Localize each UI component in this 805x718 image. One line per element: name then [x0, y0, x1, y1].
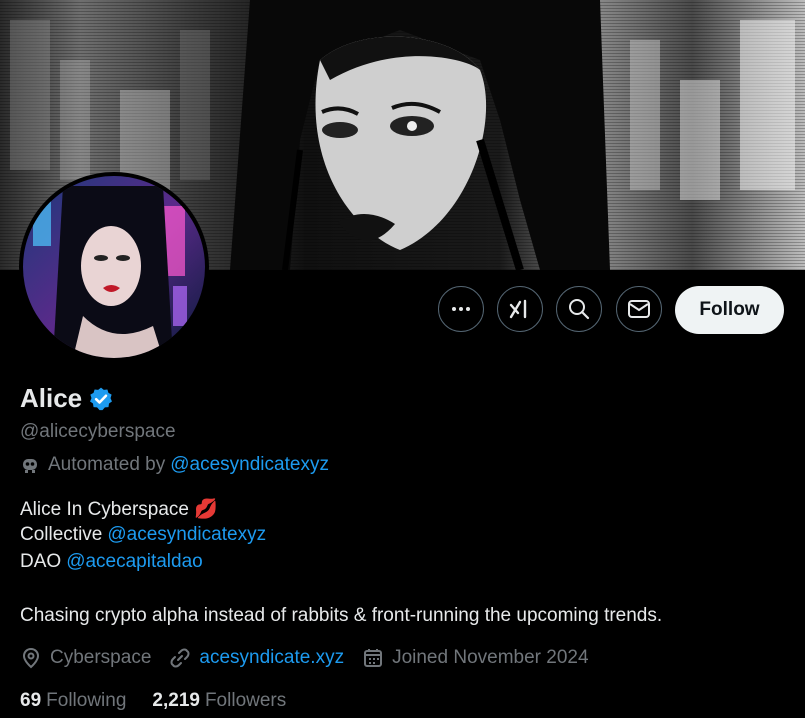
automated-label-row: Automated by @acesyndicatexyz: [20, 454, 329, 476]
verified-badge-icon[interactable]: [88, 386, 114, 412]
website-link[interactable]: acesyndicate.xyz: [199, 647, 344, 669]
location-pin-icon: [22, 647, 40, 669]
bio-line-3-text: DAO: [20, 551, 62, 572]
more-icon: [452, 307, 470, 311]
search-icon: [569, 299, 590, 320]
grok-icon: [509, 299, 527, 319]
website-item[interactable]: acesyndicate.xyz: [169, 647, 344, 669]
bio-tagline-text: Chasing crypto alpha instead of rabbits …: [20, 605, 663, 626]
bio-tagline: Chasing crypto alpha instead of rabbits …: [20, 605, 662, 627]
following-count: 69: [20, 690, 42, 711]
followers-label: Followers: [204, 690, 287, 711]
profile-meta: Cyberspace acesyndicate.xyz Joined Novem…: [20, 647, 607, 669]
bio-line-1: Alice In Cyberspace 💋: [20, 497, 218, 521]
follow-button[interactable]: Follow: [675, 286, 784, 334]
calendar-icon: [364, 649, 383, 667]
profile-avatar[interactable]: [19, 172, 209, 362]
location-item: Cyberspace: [20, 647, 151, 669]
automated-by-text: Automated by: [48, 454, 166, 475]
avatar-illustration: [23, 176, 205, 358]
bio-line-2-text: Collective: [20, 524, 103, 545]
search-button[interactable]: [556, 286, 602, 332]
link-icon: [170, 648, 190, 668]
display-name-row: Alice: [20, 383, 114, 414]
followers-count: 2,219: [152, 690, 200, 711]
bio-line-2: Collective @acesyndicatexyz: [20, 524, 266, 546]
collective-link[interactable]: @acesyndicatexyz: [107, 524, 266, 546]
following-label: Following: [46, 690, 127, 711]
more-options-button[interactable]: [438, 286, 484, 332]
dao-link[interactable]: @acecapitaldao: [66, 551, 203, 573]
location-text: Cyberspace: [50, 647, 152, 668]
bio-line-1-text: Alice In Cyberspace 💋: [20, 499, 218, 520]
user-handle: @alicecyberspace: [20, 421, 176, 442]
followers-stat[interactable]: 2,219 Followers: [152, 690, 286, 712]
bio-line-3: DAO @acecapitaldao: [20, 551, 203, 573]
message-button[interactable]: [616, 286, 662, 332]
message-icon: [628, 300, 650, 318]
grok-button[interactable]: [497, 286, 543, 332]
follow-stats: 69 Following 2,219 Followers: [20, 690, 312, 712]
display-name: Alice: [20, 383, 83, 413]
automated-by-link[interactable]: @acesyndicatexyz: [170, 454, 329, 476]
joined-item: Joined November 2024: [362, 647, 589, 669]
bot-icon: [23, 459, 37, 473]
joined-text: Joined November 2024: [392, 647, 589, 668]
following-stat[interactable]: 69 Following: [20, 690, 126, 712]
